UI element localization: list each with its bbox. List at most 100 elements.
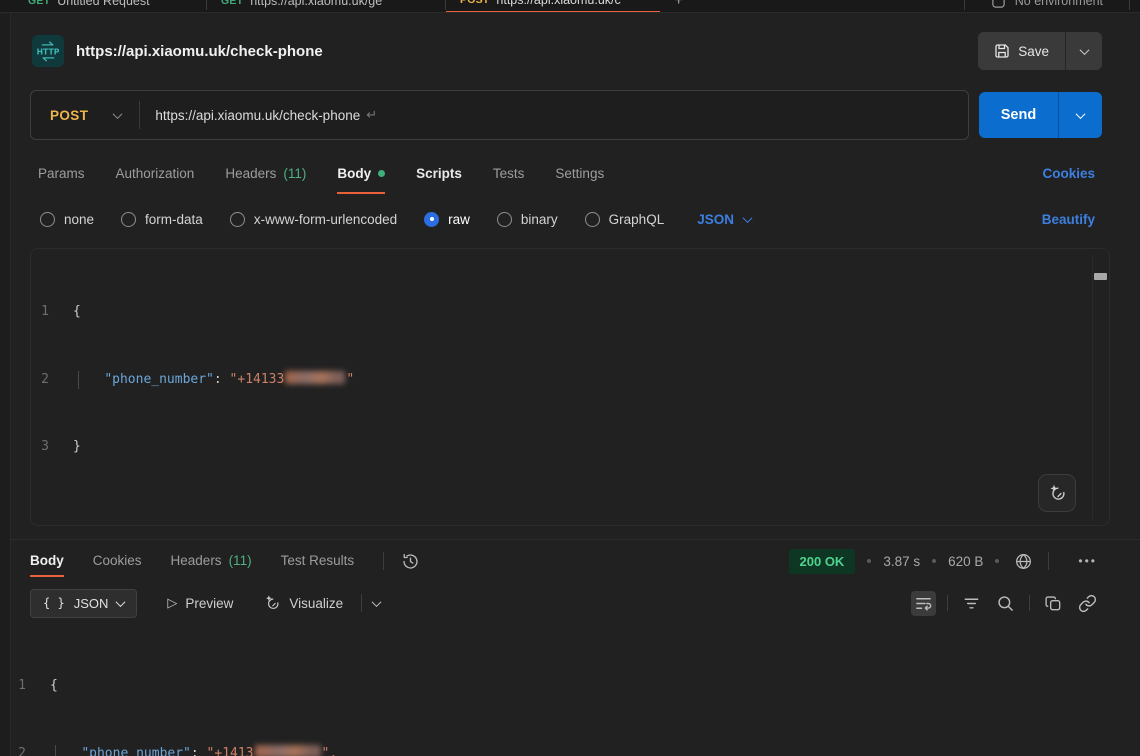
chevron-down-icon (1076, 109, 1086, 119)
dot-separator (995, 559, 999, 563)
mode-none[interactable]: none (40, 212, 94, 227)
url-input[interactable]: https://api.xiaomu.uk/check-phone (155, 108, 360, 123)
body-type-selector: none form-data x-www-form-urlencoded raw… (40, 202, 1095, 236)
beautify-link[interactable]: Beautify (1042, 212, 1095, 227)
save-icon (994, 43, 1010, 59)
line-number: 3 (31, 436, 73, 459)
tab-settings[interactable]: Settings (555, 166, 604, 194)
redacted-phone-digits (285, 371, 345, 384)
divider (361, 594, 362, 612)
response-size: 620 B (948, 554, 983, 569)
modified-dot-icon (378, 170, 385, 177)
tab-scripts[interactable]: Scripts (416, 166, 462, 194)
response-history-button[interactable] (398, 549, 423, 574)
chevron-down-icon (1079, 45, 1089, 55)
tab-tests[interactable]: Tests (493, 166, 525, 194)
new-tab-button[interactable]: + (660, 0, 697, 13)
mode-form-data[interactable]: form-data (121, 212, 203, 227)
postbot-ai-button[interactable] (1038, 474, 1076, 512)
radio-selected-icon (424, 212, 439, 227)
tab-headers[interactable]: Headers(11) (225, 166, 306, 194)
response-section: Body Cookies Headers(11) Test Results 20… (0, 539, 1140, 756)
code-line: 2 "phone_number": "+14133" (31, 369, 1109, 392)
response-more-actions-button[interactable]: ••• (1075, 551, 1100, 571)
save-split-button: Save (978, 32, 1102, 70)
request-tab-1[interactable]: GET Untitled Request (14, 0, 206, 13)
mode-raw-selected[interactable]: raw (424, 212, 470, 227)
copy-link-button[interactable] (1075, 591, 1100, 616)
network-info-button[interactable] (1011, 549, 1036, 574)
response-tab-cookies[interactable]: Cookies (93, 553, 142, 577)
response-tab-test-results[interactable]: Test Results (281, 553, 355, 577)
enter-hint-icon: ↵ (366, 107, 377, 123)
response-headers-count: (11) (229, 553, 252, 568)
radio-icon (497, 212, 512, 227)
code-line: 1 { (0, 675, 1140, 698)
tab-method-get: GET (28, 0, 50, 7)
wrap-lines-button[interactable] (911, 591, 936, 616)
copy-response-button[interactable] (1041, 591, 1066, 616)
cookies-link[interactable]: Cookies (1042, 166, 1095, 194)
mode-x-www-form-urlencoded[interactable]: x-www-form-urlencoded (230, 212, 397, 227)
method-dropdown[interactable]: POST (31, 108, 139, 123)
search-icon (996, 594, 1015, 613)
response-time: 3.87 s (883, 554, 920, 569)
sparkle-wand-icon (263, 594, 281, 612)
tab-method-get: GET (221, 0, 243, 7)
visualize-options-button[interactable] (370, 597, 383, 610)
word-wrap-icon (914, 594, 933, 613)
url-builder: POST https://api.xiaomu.uk/check-phone ↵… (30, 90, 1102, 140)
environment-selector[interactable]: No environment (965, 0, 1129, 9)
save-button[interactable]: Save (978, 32, 1066, 70)
divider (947, 595, 948, 611)
request-tab-3-active[interactable]: POST https://api.xiaomu.uk/c (446, 0, 660, 13)
filter-button[interactable] (959, 591, 984, 616)
raw-format-dropdown[interactable]: JSON (697, 212, 751, 227)
send-options-button[interactable] (1059, 92, 1102, 138)
tab-body-active[interactable]: Body (337, 166, 385, 194)
url-bar: POST https://api.xiaomu.uk/check-phone ↵ (30, 90, 969, 140)
request-tab-2[interactable]: GET https://api.xiaomu.uk/ge (207, 0, 445, 13)
send-button[interactable]: Send (979, 92, 1059, 138)
chevron-down-icon (372, 597, 382, 607)
request-header: HTTP https://api.xiaomu.uk/check-phone S… (32, 28, 1102, 74)
send-split-button: Send (979, 92, 1102, 138)
radio-icon (40, 212, 55, 227)
radio-icon (121, 212, 136, 227)
mode-binary[interactable]: binary (497, 212, 558, 227)
visualize-button[interactable]: Visualize (263, 594, 343, 612)
window-tab-strip: GET Untitled Request GET https://api.xia… (0, 0, 1140, 13)
environment-icon (991, 0, 1006, 9)
tab-method-post: POST (460, 0, 489, 6)
chevron-down-icon (743, 213, 753, 223)
status-badge: 200 OK (789, 549, 856, 574)
response-body-viewer[interactable]: 1 { 2 "phone_number": "+1413", 3 "status… (0, 620, 1140, 756)
tab-authorization[interactable]: Authorization (116, 166, 195, 194)
headers-count: (11) (283, 166, 306, 181)
search-response-button[interactable] (993, 591, 1018, 616)
preview-button[interactable]: ▷ Preview (167, 595, 233, 611)
tab-title: https://api.xiaomu.uk/ge (250, 0, 382, 8)
tab-params[interactable]: Params (38, 166, 85, 194)
response-format-dropdown[interactable]: { } JSON (30, 589, 137, 618)
redacted-phone-digits (255, 745, 321, 756)
response-tab-headers[interactable]: Headers(11) (171, 553, 252, 577)
scrollbar-thumb[interactable] (1094, 273, 1107, 280)
request-title: https://api.xiaomu.uk/check-phone (76, 43, 978, 60)
line-number: 1 (31, 301, 73, 324)
response-toolbar: { } JSON ▷ Preview Visualize (30, 586, 1100, 620)
method-value: POST (50, 108, 88, 123)
http-request-icon: HTTP (32, 35, 64, 67)
request-body-editor[interactable]: 1 { 2 "phone_number": "+14133" 3 } (30, 248, 1110, 526)
line-number: 2 (31, 369, 73, 392)
code-line: 1 { (31, 301, 1109, 324)
chevron-down-icon (113, 109, 123, 119)
collapsed-sidebar-edge (0, 14, 11, 756)
divider (1048, 552, 1049, 570)
dot-separator (932, 559, 936, 563)
braces-icon: { } (43, 596, 65, 610)
mode-graphql[interactable]: GraphQL (585, 212, 665, 227)
save-options-button[interactable] (1066, 32, 1102, 70)
radio-icon (585, 212, 600, 227)
response-tab-body-active[interactable]: Body (30, 553, 64, 577)
